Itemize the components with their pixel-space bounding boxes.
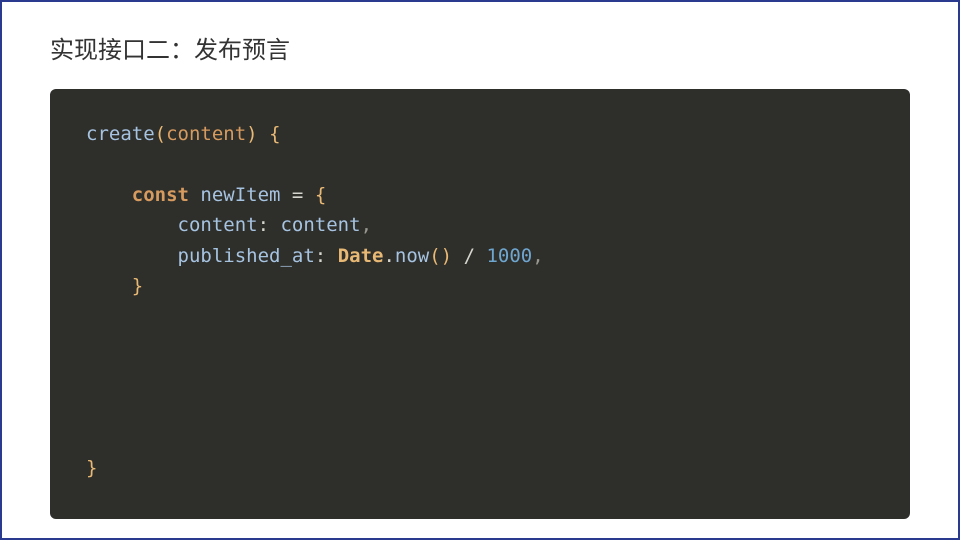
code-token-val: content: [280, 214, 360, 236]
code-token-colon: :: [315, 245, 338, 267]
code-token-comma: ,: [361, 214, 372, 236]
slide-title: 实现接口二：发布预言: [50, 30, 910, 65]
code-indent: [86, 184, 132, 206]
code-token-parens: (): [429, 245, 452, 267]
code-token-colon: :: [258, 214, 281, 236]
code-token-op: =: [292, 184, 303, 206]
code-token-prop: published_at: [178, 245, 315, 267]
code-token-brace: {: [303, 184, 326, 206]
code-token-method: now: [395, 245, 429, 267]
code-token-class: Date: [338, 245, 384, 267]
code-indent: [86, 275, 132, 297]
code-indent: [86, 245, 178, 267]
code-token-prop: content: [178, 214, 258, 236]
code-indent: [86, 214, 178, 236]
code-block: create(content) { const newItem = { cont…: [50, 89, 910, 519]
code-token-keyword: const: [132, 184, 189, 206]
code-token-comma: ,: [532, 245, 543, 267]
code-token-param: content: [166, 123, 246, 145]
code-token-var: newItem: [189, 184, 292, 206]
code-token-paren: (: [155, 123, 166, 145]
code-token-op: /: [452, 245, 486, 267]
code-token-brace: }: [86, 457, 97, 479]
code-token-paren: ): [246, 123, 257, 145]
code-token-brace: {: [258, 123, 281, 145]
code-token-num: 1000: [486, 245, 532, 267]
code-token-fn: create: [86, 123, 155, 145]
code-token-dot: .: [383, 245, 394, 267]
code-token-brace: }: [132, 275, 143, 297]
slide-container: 实现接口二：发布预言 create(content) { const newIt…: [2, 2, 958, 538]
